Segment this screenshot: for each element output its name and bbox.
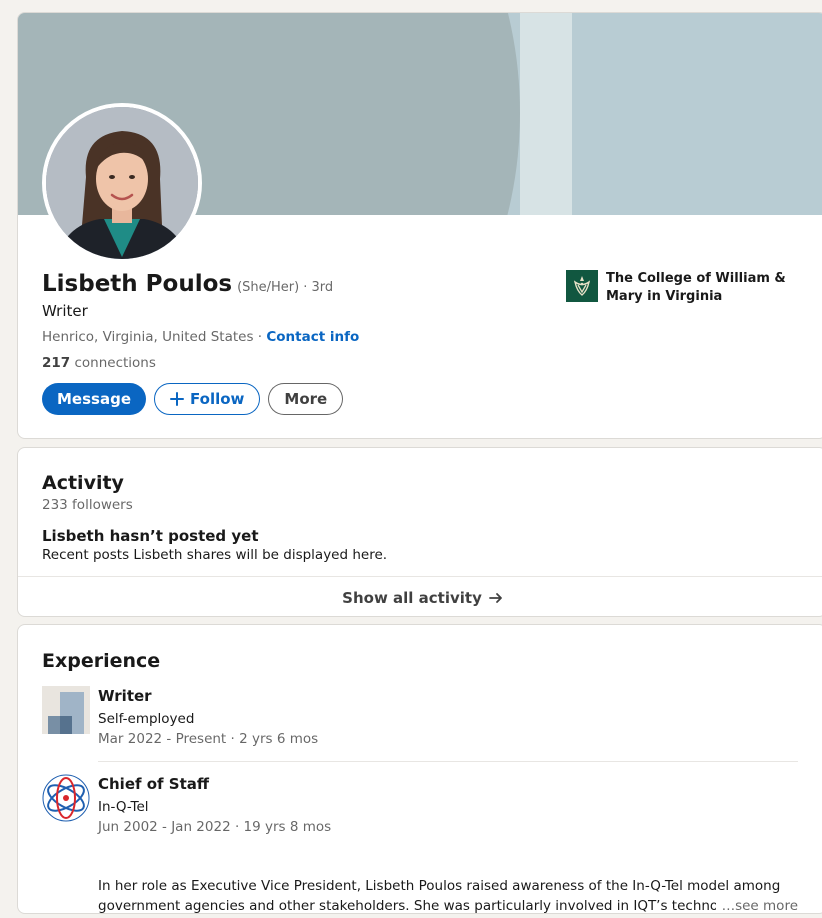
activity-title: Activity [42,472,124,494]
education-link[interactable]: The College of William & Mary in Virgini… [566,270,806,306]
profile-actions: Message Follow More [42,383,344,415]
experience-company: Self-employed [98,711,195,727]
connections-count[interactable]: 217 connections [42,355,156,371]
experience-company: In-Q-Tel [98,799,149,815]
follow-button[interactable]: Follow [154,383,261,415]
profile-card: Lisbeth Poulos (She/Her) · 3rd Writer He… [17,12,822,439]
avatar-photo [46,107,198,259]
experience-dates: Jun 2002 - Jan 2022 · 19 yrs 8 mos [98,819,332,835]
experience-title-text: Chief of Staff [98,775,210,793]
follow-label: Follow [190,390,245,408]
school-name: The College of William & Mary in Virgini… [606,271,786,304]
banner-strip [520,13,572,215]
connections-number: 217 [42,355,71,371]
experience-description-text: In her role as Executive Vice President,… [98,878,781,914]
name-row: Lisbeth Poulos (She/Her) · 3rd [42,271,333,297]
experience-title: Experience [42,650,161,672]
connections-label: connections [74,355,156,371]
more-button[interactable]: More [268,383,344,415]
experience-dates: Mar 2022 - Present · 2 yrs 6 mos [98,731,319,747]
experience-card: Experience Writer Self-employed Mar 2022… [17,624,822,914]
see-more-link[interactable]: …see more [715,896,798,913]
company-placeholder-icon [42,686,90,734]
connection-degree: · 3rd [303,280,334,295]
plus-icon [170,392,184,406]
experience-description: In her role as Executive Vice President,… [98,876,798,914]
message-button[interactable]: Message [42,383,146,415]
pronouns: (She/Her) [237,280,300,295]
empty-activity-title: Lisbeth hasn’t posted yet [42,527,259,545]
avatar[interactable] [42,103,202,263]
profile-name: Lisbeth Poulos [42,271,233,297]
location-separator: · [257,329,263,345]
experience-title-text: Writer [98,687,152,705]
location-row: Henrico, Virginia, United States · Conta… [42,329,359,345]
location-text: Henrico, Virginia, United States [42,329,254,345]
experience-divider [98,761,798,762]
followers-count: 233 followers [42,497,133,513]
arrow-right-icon [488,592,502,603]
in-q-tel-logo-icon [42,774,90,822]
william-mary-crest-icon [566,270,598,302]
activity-card: Activity 233 followers Lisbeth hasn’t po… [17,447,822,617]
empty-activity-subtitle: Recent posts Lisbeth shares will be disp… [42,547,388,563]
profile-headline: Writer [42,302,88,320]
show-all-label: Show all activity [342,588,482,607]
contact-info-link[interactable]: Contact info [266,329,359,345]
show-all-activity-button[interactable]: Show all activity [18,576,822,616]
